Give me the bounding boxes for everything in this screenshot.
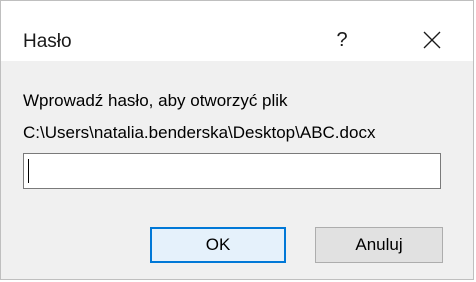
password-prompt: Wprowadź hasło, aby otworzyć plik (23, 91, 288, 110)
text-caret (28, 159, 29, 183)
title-bar: Hasło ? (1, 1, 473, 61)
password-input[interactable] (23, 153, 441, 189)
file-path: C:\Users\natalia.benderska\Desktop\ABC.d… (23, 123, 376, 142)
ok-button[interactable]: OK (150, 227, 286, 263)
close-icon (423, 31, 441, 49)
dialog-content: Wprowadź hasło, aby otworzyć plik C:\Use… (1, 61, 473, 279)
cancel-button[interactable]: Anuluj (315, 227, 443, 263)
password-dialog: Hasło ? Wprowadź hasło, aby otworzyć pli… (0, 0, 474, 280)
help-button[interactable]: ? (323, 23, 361, 57)
dialog-title: Hasło (23, 31, 72, 52)
help-icon: ? (336, 29, 348, 51)
close-button[interactable] (409, 23, 455, 57)
